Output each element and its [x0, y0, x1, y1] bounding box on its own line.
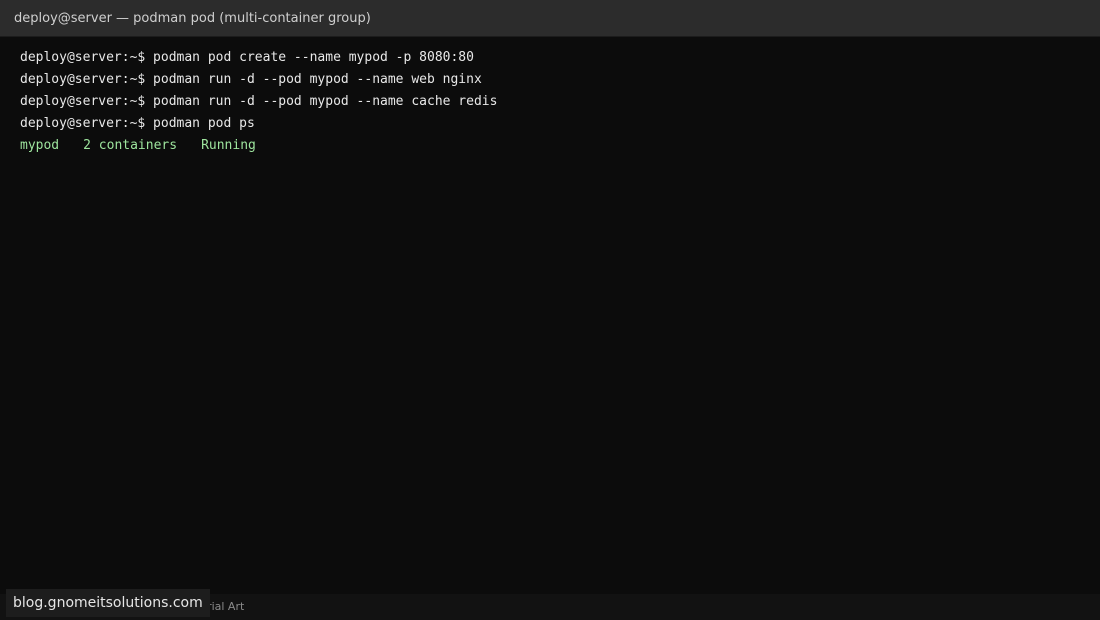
pod-status-cell: Running: [201, 138, 256, 153]
window-title: deploy@server — podman pod (multi-contai…: [14, 11, 371, 26]
pod-name-cell: mypod: [20, 138, 60, 153]
title-bar[interactable]: deploy@server — podman pod (multi-contai…: [0, 0, 1100, 37]
pod-containers-cell: 2 containers: [83, 138, 178, 153]
terminal-window: deploy@server — podman pod (multi-contai…: [0, 0, 1100, 620]
command-line-4: deploy@server:~$ podman pod ps: [20, 116, 255, 131]
site-watermark: blog.gnomeitsolutions.com: [6, 589, 210, 617]
pod-ps-output-row: mypod 2 containers Running: [20, 135, 1080, 157]
command-line-2: deploy@server:~$ podman run -d --pod myp…: [20, 72, 482, 87]
command-line-1: deploy@server:~$ podman pod create --nam…: [20, 50, 474, 65]
command-line-3: deploy@server:~$ podman run -d --pod myp…: [20, 94, 498, 109]
terminal-output-area[interactable]: deploy@server:~$ podman pod create --nam…: [20, 47, 1080, 157]
